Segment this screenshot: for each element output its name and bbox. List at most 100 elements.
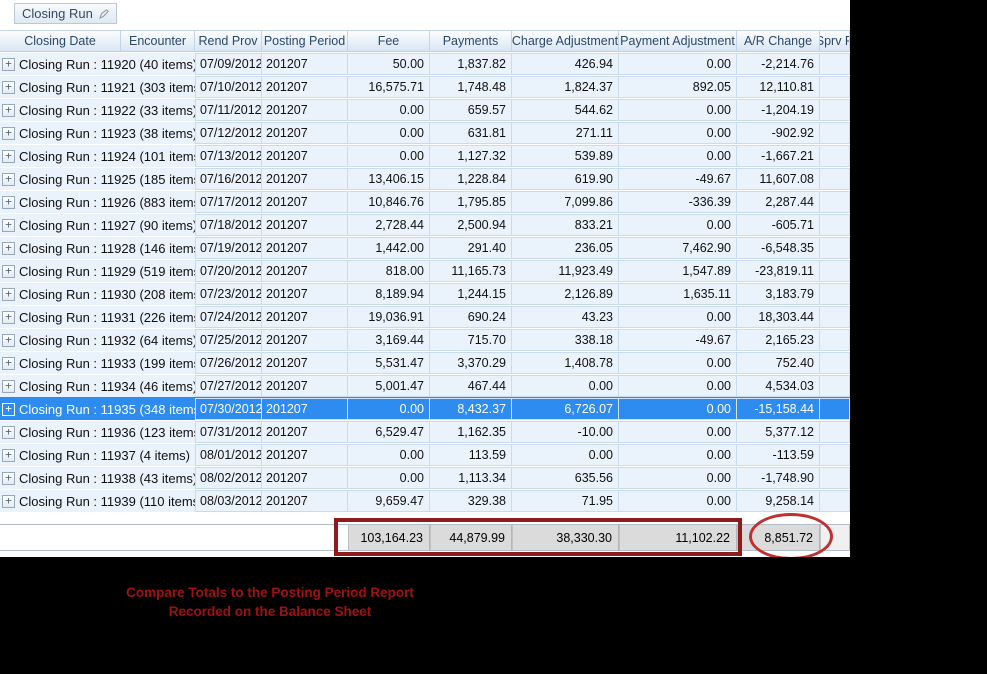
cell-charge-adjustment[interactable]: 635.56	[512, 467, 619, 489]
cell-sprv[interactable]	[820, 306, 850, 328]
table-row[interactable]: + Closing Run : 11921 (303 items) 07/10/20…	[0, 75, 850, 98]
cell-posting-period[interactable]: 201207	[262, 467, 348, 489]
cell-payment-adjustment[interactable]: -49.67	[619, 168, 737, 190]
cell-payments[interactable]: 1,113.34	[430, 467, 512, 489]
cell-fee[interactable]: 5,001.47	[348, 375, 430, 397]
cell-rend-prov[interactable]: 07/09/2012	[195, 53, 262, 75]
cell-payments[interactable]: 11,165.73	[430, 260, 512, 282]
expand-plus-icon[interactable]: +	[2, 172, 15, 186]
cell-ar-change[interactable]: -902.92	[737, 122, 820, 144]
cell-fee[interactable]: 2,728.44	[348, 214, 430, 236]
column-header-a-r-change[interactable]: A/R Change	[737, 31, 820, 51]
cell-charge-adjustment[interactable]: 71.95	[512, 490, 619, 512]
cell-fee[interactable]: 9,659.47	[348, 490, 430, 512]
cell-charge-adjustment[interactable]: 271.11	[512, 122, 619, 144]
cell-posting-period[interactable]: 201207	[262, 260, 348, 282]
cell-fee[interactable]: 818.00	[348, 260, 430, 282]
cell-rend-prov[interactable]: 07/16/2012	[195, 168, 262, 190]
cell-payment-adjustment[interactable]: 0.00	[619, 306, 737, 328]
cell-payments[interactable]: 659.57	[430, 99, 512, 121]
cell-fee[interactable]: 3,169.44	[348, 329, 430, 351]
cell-ar-change[interactable]: 9,258.14	[737, 490, 820, 512]
cell-rend-prov[interactable]: 07/25/2012	[195, 329, 262, 351]
cell-rend-prov[interactable]: 08/03/2012	[195, 490, 262, 512]
cell-fee[interactable]: 50.00	[348, 53, 430, 75]
cell-payment-adjustment[interactable]: 7,462.90	[619, 237, 737, 259]
cell-sprv[interactable]	[820, 421, 850, 443]
column-header-payments[interactable]: Payments	[430, 31, 512, 51]
table-row[interactable]: + Closing Run : 11922 (33 items) 07/11/201…	[0, 98, 850, 121]
cell-rend-prov[interactable]: 07/17/2012	[195, 191, 262, 213]
cell-fee[interactable]: 6,529.47	[348, 421, 430, 443]
tree-cell[interactable]: + Closing Run : 11927 (90 items)	[0, 214, 195, 236]
cell-posting-period[interactable]: 201207	[262, 329, 348, 351]
tree-cell[interactable]: + Closing Run : 11929 (519 items)	[0, 260, 195, 282]
cell-fee[interactable]: 8,189.94	[348, 283, 430, 305]
table-row[interactable]: + Closing Run : 11932 (64 items) 07/25/201…	[0, 328, 850, 351]
cell-ar-change[interactable]: 5,377.12	[737, 421, 820, 443]
expand-plus-icon[interactable]: +	[2, 241, 15, 255]
expand-plus-icon[interactable]: +	[2, 333, 15, 347]
cell-payments[interactable]: 1,162.35	[430, 421, 512, 443]
cell-ar-change[interactable]: -23,819.11	[737, 260, 820, 282]
cell-payment-adjustment[interactable]: 892.05	[619, 76, 737, 98]
column-header-payment-adjustment[interactable]: Payment Adjustment	[619, 31, 737, 51]
cell-posting-period[interactable]: 201207	[262, 306, 348, 328]
cell-charge-adjustment[interactable]: 1,408.78	[512, 352, 619, 374]
cell-posting-period[interactable]: 201207	[262, 398, 348, 420]
cell-ar-change[interactable]: -1,748.90	[737, 467, 820, 489]
column-header-sprv-p[interactable]: Sprv P	[820, 31, 850, 51]
cell-payments[interactable]: 1,244.15	[430, 283, 512, 305]
table-row[interactable]: + Closing Run : 11934 (46 items) 07/27/201…	[0, 374, 850, 397]
cell-rend-prov[interactable]: 07/12/2012	[195, 122, 262, 144]
table-row[interactable]: + Closing Run : 11933 (199 items) 07/26/20…	[0, 351, 850, 374]
cell-ar-change[interactable]: 2,165.23	[737, 329, 820, 351]
column-header-posting-period[interactable]: Posting Period	[262, 31, 348, 51]
expand-plus-icon[interactable]: +	[2, 402, 15, 416]
cell-fee[interactable]: 10,846.76	[348, 191, 430, 213]
tree-cell[interactable]: + Closing Run : 11931 (226 items)	[0, 306, 195, 328]
cell-ar-change[interactable]: -605.71	[737, 214, 820, 236]
cell-posting-period[interactable]: 201207	[262, 352, 348, 374]
expand-plus-icon[interactable]: +	[2, 379, 15, 393]
cell-fee[interactable]: 16,575.71	[348, 76, 430, 98]
cell-posting-period[interactable]: 201207	[262, 168, 348, 190]
tree-cell[interactable]: + Closing Run : 11935 (348 items)	[0, 398, 195, 420]
cell-rend-prov[interactable]: 07/26/2012	[195, 352, 262, 374]
cell-sprv[interactable]	[820, 398, 850, 420]
cell-payments[interactable]: 1,795.85	[430, 191, 512, 213]
cell-ar-change[interactable]: 11,607.08	[737, 168, 820, 190]
cell-posting-period[interactable]: 201207	[262, 375, 348, 397]
tree-cell[interactable]: + Closing Run : 11932 (64 items)	[0, 329, 195, 351]
cell-sprv[interactable]	[820, 53, 850, 75]
cell-posting-period[interactable]: 201207	[262, 191, 348, 213]
expand-plus-icon[interactable]: +	[2, 80, 15, 94]
cell-charge-adjustment[interactable]: 338.18	[512, 329, 619, 351]
expand-plus-icon[interactable]: +	[2, 149, 15, 163]
cell-rend-prov[interactable]: 07/11/2012	[195, 99, 262, 121]
cell-charge-adjustment[interactable]: 6,726.07	[512, 398, 619, 420]
cell-payment-adjustment[interactable]: 0.00	[619, 375, 737, 397]
cell-payments[interactable]: 467.44	[430, 375, 512, 397]
cell-fee[interactable]: 0.00	[348, 467, 430, 489]
cell-sprv[interactable]	[820, 122, 850, 144]
table-row[interactable]: + Closing Run : 11938 (43 items) 08/02/201…	[0, 466, 850, 489]
cell-fee[interactable]: 19,036.91	[348, 306, 430, 328]
expand-plus-icon[interactable]: +	[2, 471, 15, 485]
cell-charge-adjustment[interactable]: 426.94	[512, 53, 619, 75]
cell-payment-adjustment[interactable]: -49.67	[619, 329, 737, 351]
cell-payment-adjustment[interactable]: 0.00	[619, 122, 737, 144]
cell-sprv[interactable]	[820, 444, 850, 466]
table-row[interactable]: + Closing Run : 11925 (185 items) 07/16/20…	[0, 167, 850, 190]
cell-payment-adjustment[interactable]: 0.00	[619, 214, 737, 236]
table-row[interactable]: + Closing Run : 11928 (146 items) 07/19/20…	[0, 236, 850, 259]
cell-charge-adjustment[interactable]: 7,099.86	[512, 191, 619, 213]
cell-sprv[interactable]	[820, 237, 850, 259]
cell-charge-adjustment[interactable]: 619.90	[512, 168, 619, 190]
cell-payment-adjustment[interactable]: 0.00	[619, 467, 737, 489]
column-header-fee[interactable]: Fee	[348, 31, 430, 51]
cell-rend-prov[interactable]: 07/30/2012	[195, 398, 262, 420]
cell-ar-change[interactable]: 3,183.79	[737, 283, 820, 305]
tab-closing-run[interactable]: Closing Run	[14, 3, 117, 24]
cell-sprv[interactable]	[820, 168, 850, 190]
